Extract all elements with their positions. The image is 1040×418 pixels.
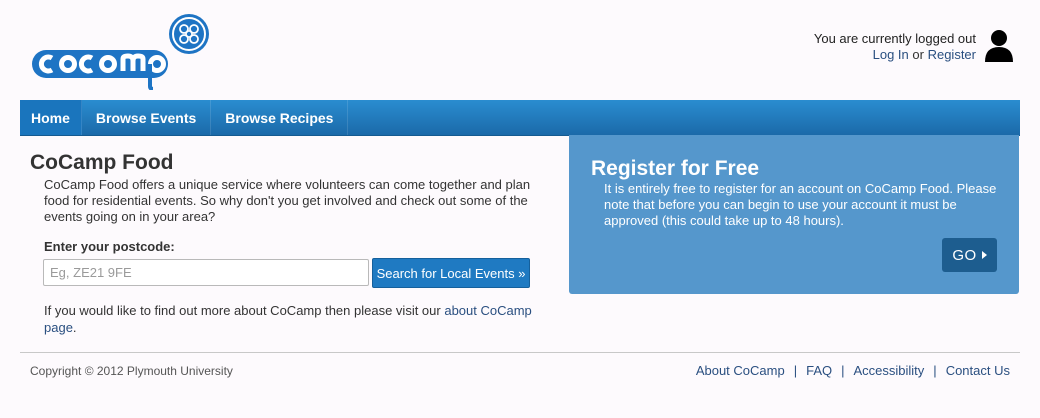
- register-panel: Register for Free It is entirely free to…: [569, 135, 1019, 294]
- intro-text: CoCamp Food offers a unique service wher…: [44, 177, 531, 224]
- register-text: It is entirely free to register for an a…: [604, 181, 997, 228]
- nav-browse-events[interactable]: Browse Events: [82, 100, 212, 135]
- nav-home[interactable]: Home: [20, 100, 82, 135]
- cocamp-logo[interactable]: [30, 12, 215, 91]
- footer-link-contact[interactable]: Contact Us: [946, 363, 1010, 378]
- or-text: or: [912, 47, 924, 62]
- footer-divider: [20, 352, 1020, 353]
- footer-link-faq[interactable]: FAQ: [806, 363, 832, 378]
- login-link[interactable]: Log In: [873, 47, 909, 62]
- search-local-events-button[interactable]: Search for Local Events »: [372, 258, 530, 288]
- copyright-text: Copyright © 2012 Plymouth University: [30, 364, 233, 378]
- page-title: CoCamp Food: [30, 151, 174, 174]
- login-status-text: You are currently logged out: [813, 31, 976, 46]
- go-button[interactable]: GO: [942, 238, 997, 272]
- postcode-input[interactable]: [43, 259, 369, 286]
- footer-links: About CoCamp | FAQ | Accessibility | Con…: [696, 363, 1010, 378]
- postcode-label: Enter your postcode:: [44, 239, 175, 254]
- arrow-right-icon: [981, 251, 987, 259]
- login-status-box: You are currently logged out Log In or R…: [814, 31, 976, 63]
- footer-link-about[interactable]: About CoCamp: [696, 363, 785, 378]
- footer-separator: |: [841, 363, 845, 378]
- more-info-suffix: .: [72, 320, 77, 335]
- register-title: Register for Free: [591, 157, 760, 180]
- more-info-prefix: If you would like to find out more about…: [44, 303, 441, 318]
- go-button-label: GO: [952, 246, 977, 264]
- user-icon: [984, 28, 1014, 62]
- footer-separator: |: [933, 363, 937, 378]
- footer-link-accessibility[interactable]: Accessibility: [854, 363, 925, 378]
- footer-separator: |: [793, 363, 798, 378]
- more-info-text: If you would like to find out more about…: [44, 302, 544, 336]
- main-nav: Home Browse Events Browse Recipes: [20, 100, 1020, 136]
- register-link[interactable]: Register: [928, 47, 976, 62]
- nav-browse-recipes[interactable]: Browse Recipes: [211, 100, 349, 135]
